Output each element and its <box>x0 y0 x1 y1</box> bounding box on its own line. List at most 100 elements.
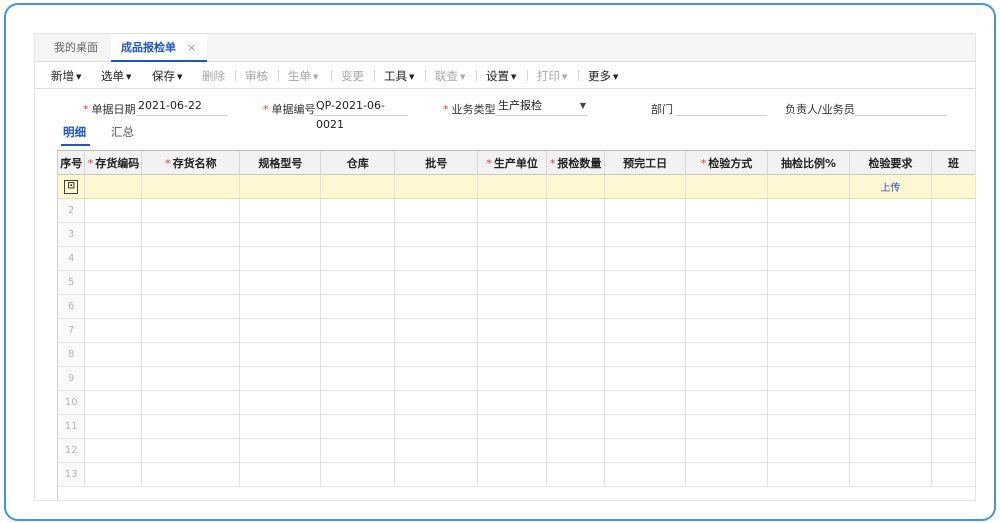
table-cell[interactable] <box>141 366 241 391</box>
table-row[interactable]: 6 <box>58 294 975 319</box>
tab-summary[interactable]: 汇总 <box>111 124 134 140</box>
table-cell[interactable] <box>477 294 548 319</box>
table-cell[interactable] <box>320 198 396 223</box>
table-cell[interactable] <box>477 318 548 343</box>
table-cell[interactable] <box>685 414 769 439</box>
table-cell[interactable] <box>394 366 479 391</box>
table-cell[interactable] <box>546 222 606 247</box>
tab-detail[interactable]: 明细 <box>61 124 90 146</box>
table-cell[interactable] <box>604 174 687 199</box>
generate-button[interactable]: 生单 ▼ <box>288 68 318 84</box>
table-cell[interactable] <box>849 438 932 463</box>
table-cell[interactable] <box>849 318 932 343</box>
print-button[interactable]: 打印 ▼ <box>537 68 567 84</box>
table-row[interactable]: 9 <box>58 366 975 391</box>
table-cell[interactable] <box>685 174 769 199</box>
table-cell[interactable] <box>394 342 479 367</box>
table-cell[interactable] <box>84 318 143 343</box>
table-cell[interactable] <box>604 198 687 223</box>
table-cell[interactable] <box>394 270 479 295</box>
table-cell[interactable] <box>767 198 850 223</box>
table-cell[interactable] <box>931 318 975 343</box>
table-cell[interactable] <box>394 438 479 463</box>
column-header[interactable]: 预完工日 <box>604 151 687 175</box>
table-cell[interactable] <box>931 462 975 487</box>
table-cell[interactable] <box>84 294 143 319</box>
column-header[interactable]: 抽检比例% <box>767 151 850 175</box>
column-header[interactable]: * 报检数量 <box>546 151 606 175</box>
table-cell[interactable] <box>849 294 932 319</box>
table-row[interactable]: 11 <box>58 414 975 439</box>
table-cell[interactable] <box>239 390 322 415</box>
table-cell[interactable] <box>394 318 479 343</box>
table-cell[interactable] <box>84 390 143 415</box>
table-cell[interactable] <box>604 318 687 343</box>
table-cell[interactable] <box>394 390 479 415</box>
table-row[interactable]: 13 <box>58 462 975 487</box>
table-cell[interactable] <box>767 414 850 439</box>
table-cell[interactable] <box>685 438 769 463</box>
table-row[interactable]: 7 <box>58 318 975 343</box>
table-cell[interactable] <box>604 462 687 487</box>
table-row[interactable]: 4 <box>58 246 975 271</box>
table-cell[interactable] <box>84 438 143 463</box>
table-cell[interactable] <box>685 366 769 391</box>
table-cell[interactable] <box>685 318 769 343</box>
table-cell[interactable] <box>767 342 850 367</box>
table-cell[interactable] <box>849 246 932 271</box>
table-cell[interactable] <box>477 438 548 463</box>
table-cell[interactable] <box>546 318 606 343</box>
table-cell[interactable] <box>546 390 606 415</box>
doc-date-field[interactable]: 2021-06-22 <box>136 96 228 116</box>
table-cell[interactable] <box>685 294 769 319</box>
table-cell[interactable] <box>849 198 932 223</box>
table-cell[interactable] <box>931 438 975 463</box>
table-cell[interactable] <box>320 366 396 391</box>
table-cell[interactable] <box>320 390 396 415</box>
table-cell[interactable] <box>767 438 850 463</box>
table-cell[interactable] <box>320 270 396 295</box>
table-cell[interactable] <box>394 198 479 223</box>
tab-my-desktop[interactable]: 我的桌面 <box>45 34 107 61</box>
table-cell[interactable] <box>477 414 548 439</box>
table-cell[interactable] <box>239 270 322 295</box>
table-cell[interactable] <box>84 222 143 247</box>
table-cell[interactable] <box>546 342 606 367</box>
table-row[interactable]: 8 <box>58 342 975 367</box>
table-row[interactable]: 5 <box>58 270 975 295</box>
table-cell[interactable] <box>320 414 396 439</box>
table-cell[interactable] <box>477 174 548 199</box>
column-header[interactable]: 批号 <box>394 151 479 175</box>
table-cell[interactable] <box>239 438 322 463</box>
table-cell[interactable] <box>141 270 241 295</box>
table-cell[interactable] <box>849 462 932 487</box>
table-cell[interactable] <box>141 414 241 439</box>
table-cell[interactable] <box>931 222 975 247</box>
table-cell[interactable] <box>394 414 479 439</box>
table-cell[interactable] <box>394 462 479 487</box>
table-cell[interactable] <box>767 270 850 295</box>
table-cell[interactable] <box>767 294 850 319</box>
column-header[interactable]: * 存货名称 <box>141 151 241 175</box>
column-header[interactable]: 仓库 <box>320 151 396 175</box>
table-cell[interactable] <box>546 270 606 295</box>
table-cell[interactable] <box>477 462 548 487</box>
table-cell[interactable] <box>84 342 143 367</box>
table-row[interactable]: 12 <box>58 438 975 463</box>
table-cell[interactable] <box>477 270 548 295</box>
table-cell[interactable] <box>546 438 606 463</box>
table-cell[interactable] <box>604 342 687 367</box>
table-cell[interactable] <box>84 462 143 487</box>
select-button[interactable]: 选单 ▼ <box>101 68 131 84</box>
table-cell[interactable] <box>477 342 548 367</box>
table-cell[interactable] <box>320 222 396 247</box>
table-cell[interactable] <box>685 222 769 247</box>
tools-button[interactable]: 工具 ▼ <box>384 68 414 84</box>
table-cell[interactable] <box>604 438 687 463</box>
table-cell[interactable] <box>239 174 322 199</box>
doc-no-field[interactable]: QP-2021-06-0021 <box>314 96 408 131</box>
table-cell[interactable] <box>141 294 241 319</box>
column-header[interactable]: * 存货编码 <box>84 151 143 175</box>
table-cell[interactable] <box>767 318 850 343</box>
table-row[interactable]: 3 <box>58 222 975 247</box>
